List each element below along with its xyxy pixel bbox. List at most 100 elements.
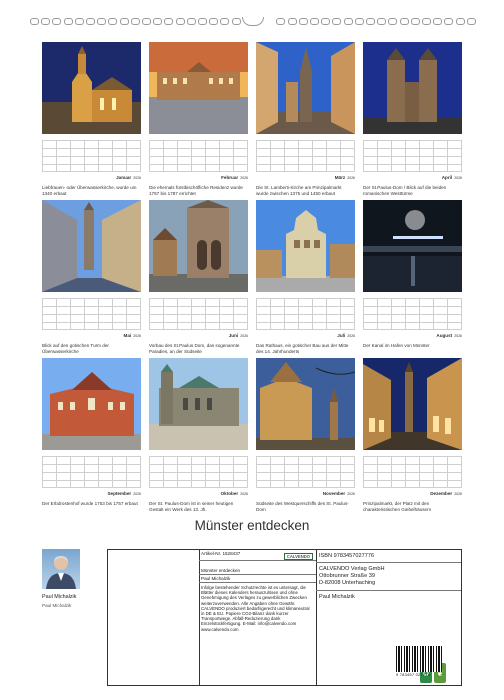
binding-ring — [433, 18, 443, 25]
calendar-grid — [149, 298, 248, 330]
month-sheet: September 2026 Der Erbdrostenhof wurde 175… — [42, 358, 141, 507]
month-sheet: Dezember 2026 Prinzipalmarkt, der Platz mi… — [363, 358, 462, 512]
month-year: 2026 — [240, 492, 248, 496]
binding-ring — [444, 18, 454, 25]
barcode: 9 783457 027776 — [396, 646, 446, 682]
binding-ring — [343, 18, 353, 25]
photo-caption: Der Erbdrostenhof wurde 1753 bis 1757 er… — [42, 501, 138, 506]
month-name: Dezember — [430, 491, 453, 496]
binding-ring — [310, 18, 319, 25]
month-photo — [42, 200, 141, 292]
month-year: 2026 — [240, 176, 248, 180]
month-photo — [256, 42, 355, 134]
author-block: Paul Michalzik Paul Michalzik — [42, 549, 106, 608]
binding-ring — [455, 18, 465, 25]
month-photo — [363, 358, 462, 450]
month-sheet: Februar 2026 Die ehemals fürstbischöfliche… — [149, 42, 248, 196]
binding-ring — [220, 18, 230, 25]
calendar-grid — [363, 298, 462, 330]
month-label: April 2026 — [363, 175, 462, 180]
binding-ring — [231, 18, 241, 25]
calendar-grid — [149, 140, 248, 172]
calendar-grid — [256, 456, 355, 488]
month-label: Juli 2026 — [256, 333, 355, 338]
month-year: 2026 — [347, 176, 355, 180]
barcode-bars — [396, 646, 442, 672]
imprint-box: Artikel-Nr. 1528437 CALVENDO Münster ent… — [107, 549, 462, 686]
binding-ring — [108, 18, 118, 25]
photo-caption: Südseite des Westquerschiffs des St. Pau… — [256, 501, 349, 512]
month-name: Mai — [123, 333, 132, 338]
month-year: 2026 — [347, 492, 355, 496]
binding-ring — [41, 18, 51, 25]
binding-ring — [321, 18, 331, 25]
binding-ring — [130, 18, 140, 25]
calendar-title: Münster entdecken — [194, 518, 310, 533]
binding-ring — [186, 18, 196, 25]
month-year: 2026 — [133, 334, 141, 338]
binding-ring — [30, 18, 39, 25]
binding-ring — [399, 18, 409, 25]
month-year: 2026 — [454, 176, 462, 180]
month-label: Januar 2026 — [42, 175, 141, 180]
month-photo — [42, 358, 141, 450]
photo-caption: Die ehemals fürstbischöfliche Residenz w… — [149, 185, 243, 196]
publisher-author: Paul Michalzik — [319, 594, 355, 600]
month-label: August 2026 — [363, 333, 462, 338]
binding-ring — [175, 18, 185, 25]
month-name: Januar — [116, 175, 132, 180]
month-sheet: Juni 2026 Vorbau des St.Paulus Dom, das so… — [149, 200, 248, 354]
month-photo — [149, 42, 248, 134]
publisher-address: CALVENDO Verlag GmbH Ottobrunner Straße … — [316, 563, 461, 591]
binding-ring — [142, 18, 151, 25]
barcode-number: 9 783457 027776 — [396, 672, 431, 677]
calendar-title-row: Münster entdecken — [199, 567, 316, 575]
month-year: 2026 — [454, 334, 462, 338]
calendar-grid — [256, 140, 355, 172]
binding-ring — [422, 18, 431, 25]
month-label: Juni 2026 — [149, 333, 248, 338]
imprint-column-empty — [108, 550, 200, 685]
author-name: Paul Michalzik — [42, 594, 77, 600]
month-sheet: Oktober 2026 Der St. Paulus-Dom ist in sei… — [149, 358, 248, 512]
month-photo — [42, 42, 141, 134]
calendar-grid — [256, 298, 355, 330]
binding-ring — [332, 18, 342, 25]
binding-ring — [366, 18, 375, 25]
binding-ring — [52, 18, 62, 25]
photo-caption: Der St. Paulus-Dom ist in seiner heutige… — [149, 501, 234, 512]
photo-caption: Prinzipalmarkt, der Platz mit den charak… — [363, 501, 432, 512]
calendar-grid — [42, 298, 141, 330]
month-name: Oktober — [220, 491, 239, 496]
month-sheet: Mai 2026 Blick auf den gotischen Turm der … — [42, 200, 141, 354]
month-photo — [363, 42, 462, 134]
publisher-line: D-82008 Unterhaching — [319, 580, 376, 586]
calendar-grid — [42, 456, 141, 488]
photo-caption: Der St.Paulus-Dom / Blick auf die beiden… — [363, 185, 447, 196]
calendar-grid — [149, 456, 248, 488]
month-photo — [149, 200, 248, 292]
month-photo — [256, 358, 355, 450]
month-label: Mai 2026 — [42, 333, 141, 338]
month-label: September 2026 — [42, 491, 141, 496]
author-photo — [42, 549, 80, 589]
binding-ring — [354, 18, 364, 25]
publisher-line: Ottobrunner Straße 39 — [319, 573, 375, 579]
binding-ring — [74, 18, 84, 25]
article-number: Artikel-Nr. 1528437 — [201, 551, 241, 556]
month-name: August — [436, 333, 453, 338]
photo-caption: Der Kanal im Hafen von Münster — [363, 343, 430, 348]
author-name-small: Paul Michalzik — [42, 603, 72, 608]
binding-ring — [86, 18, 95, 25]
binding-ring — [164, 18, 174, 25]
isbn: ISBN 9783457027776 — [316, 550, 461, 563]
imprint-column-publisher: ISBN 9783457027776 CALVENDO Verlag GmbH … — [316, 550, 461, 685]
binding-ring — [287, 18, 297, 25]
month-sheet: Juli 2026 Das Rathaus, ein gotischer Bau a… — [256, 200, 355, 354]
month-year: 2026 — [347, 334, 355, 338]
photo-caption: Das Rathaus, ein gotischer Bau aus der M… — [256, 343, 349, 354]
month-name: Juni — [228, 333, 239, 338]
article-row: Artikel-Nr. 1528437 CALVENDO — [199, 550, 316, 561]
month-label: Februar 2026 — [149, 175, 248, 180]
month-name: April — [441, 175, 453, 180]
